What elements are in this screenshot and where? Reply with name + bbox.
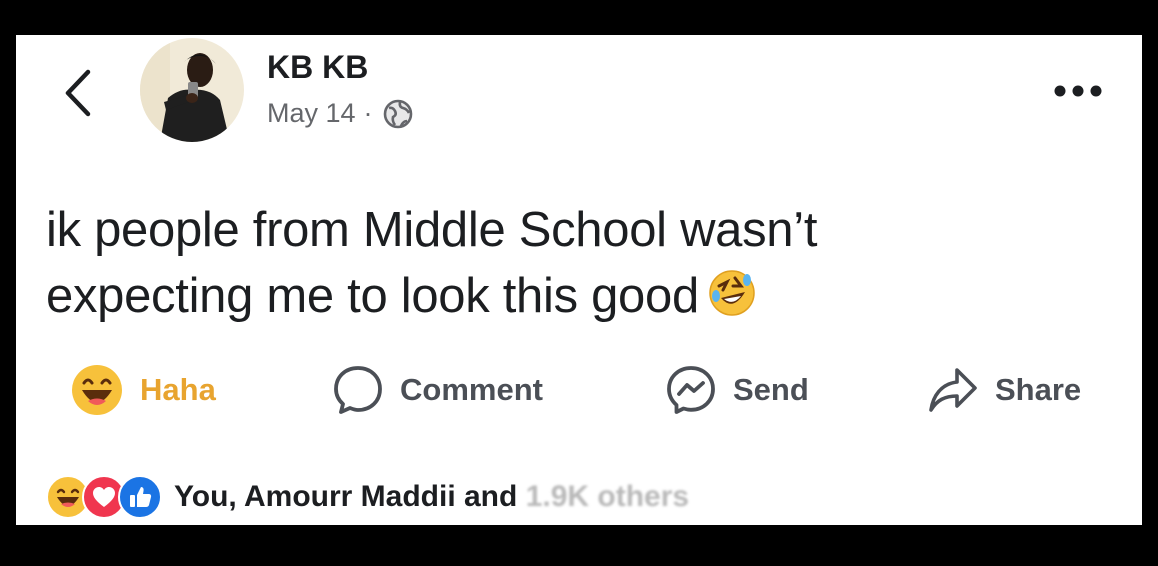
chevron-left-icon xyxy=(65,69,91,117)
haha-label: Haha xyxy=(140,372,216,407)
more-options-button[interactable] xyxy=(1048,71,1108,111)
reactions-summary: You, Amourr Maddii and 1.9K others xyxy=(46,475,689,519)
post-text-line-2: expecting me to look this good xyxy=(46,269,699,323)
post-text: ik people from Middle School wasn’t expe… xyxy=(46,197,1106,335)
post-card: KB KB May 14 · ik people from Middle Sch… xyxy=(16,35,1142,525)
meta-separator: · xyxy=(363,98,373,128)
reactions-others-count[interactable]: 1.9K others xyxy=(526,480,689,514)
author-name[interactable]: KB KB xyxy=(267,49,368,86)
comment-button[interactable]: Comment xyxy=(332,360,543,420)
globe-icon xyxy=(383,99,412,128)
post-date[interactable]: May 14 xyxy=(267,98,356,129)
post-meta: May 14 · xyxy=(267,98,413,129)
share-label: Share xyxy=(995,372,1082,407)
post-text-line-1: ik people from Middle School wasn’t xyxy=(46,203,818,257)
send-button[interactable]: Send xyxy=(665,360,809,420)
action-bar: Haha Comment Send Share xyxy=(16,360,1142,420)
comment-icon xyxy=(332,364,384,416)
share-button[interactable]: Share xyxy=(927,360,1081,420)
reaction-icons[interactable] xyxy=(46,475,162,519)
rolling-laughing-emoji-icon xyxy=(707,268,757,335)
haha-icon xyxy=(70,363,124,417)
share-icon xyxy=(927,366,979,414)
comment-label: Comment xyxy=(400,372,543,407)
back-button[interactable] xyxy=(58,65,98,121)
reactions-summary-text[interactable]: You, Amourr Maddii and xyxy=(174,480,517,514)
more-dots-icon xyxy=(1054,85,1102,97)
like-reaction-icon xyxy=(118,475,162,519)
avatar[interactable] xyxy=(140,38,244,142)
messenger-icon xyxy=(665,364,717,416)
haha-reaction-button[interactable]: Haha xyxy=(70,360,216,420)
send-label: Send xyxy=(733,372,809,407)
post-text-line-2-wrap: expecting me to look this good xyxy=(46,263,1106,335)
